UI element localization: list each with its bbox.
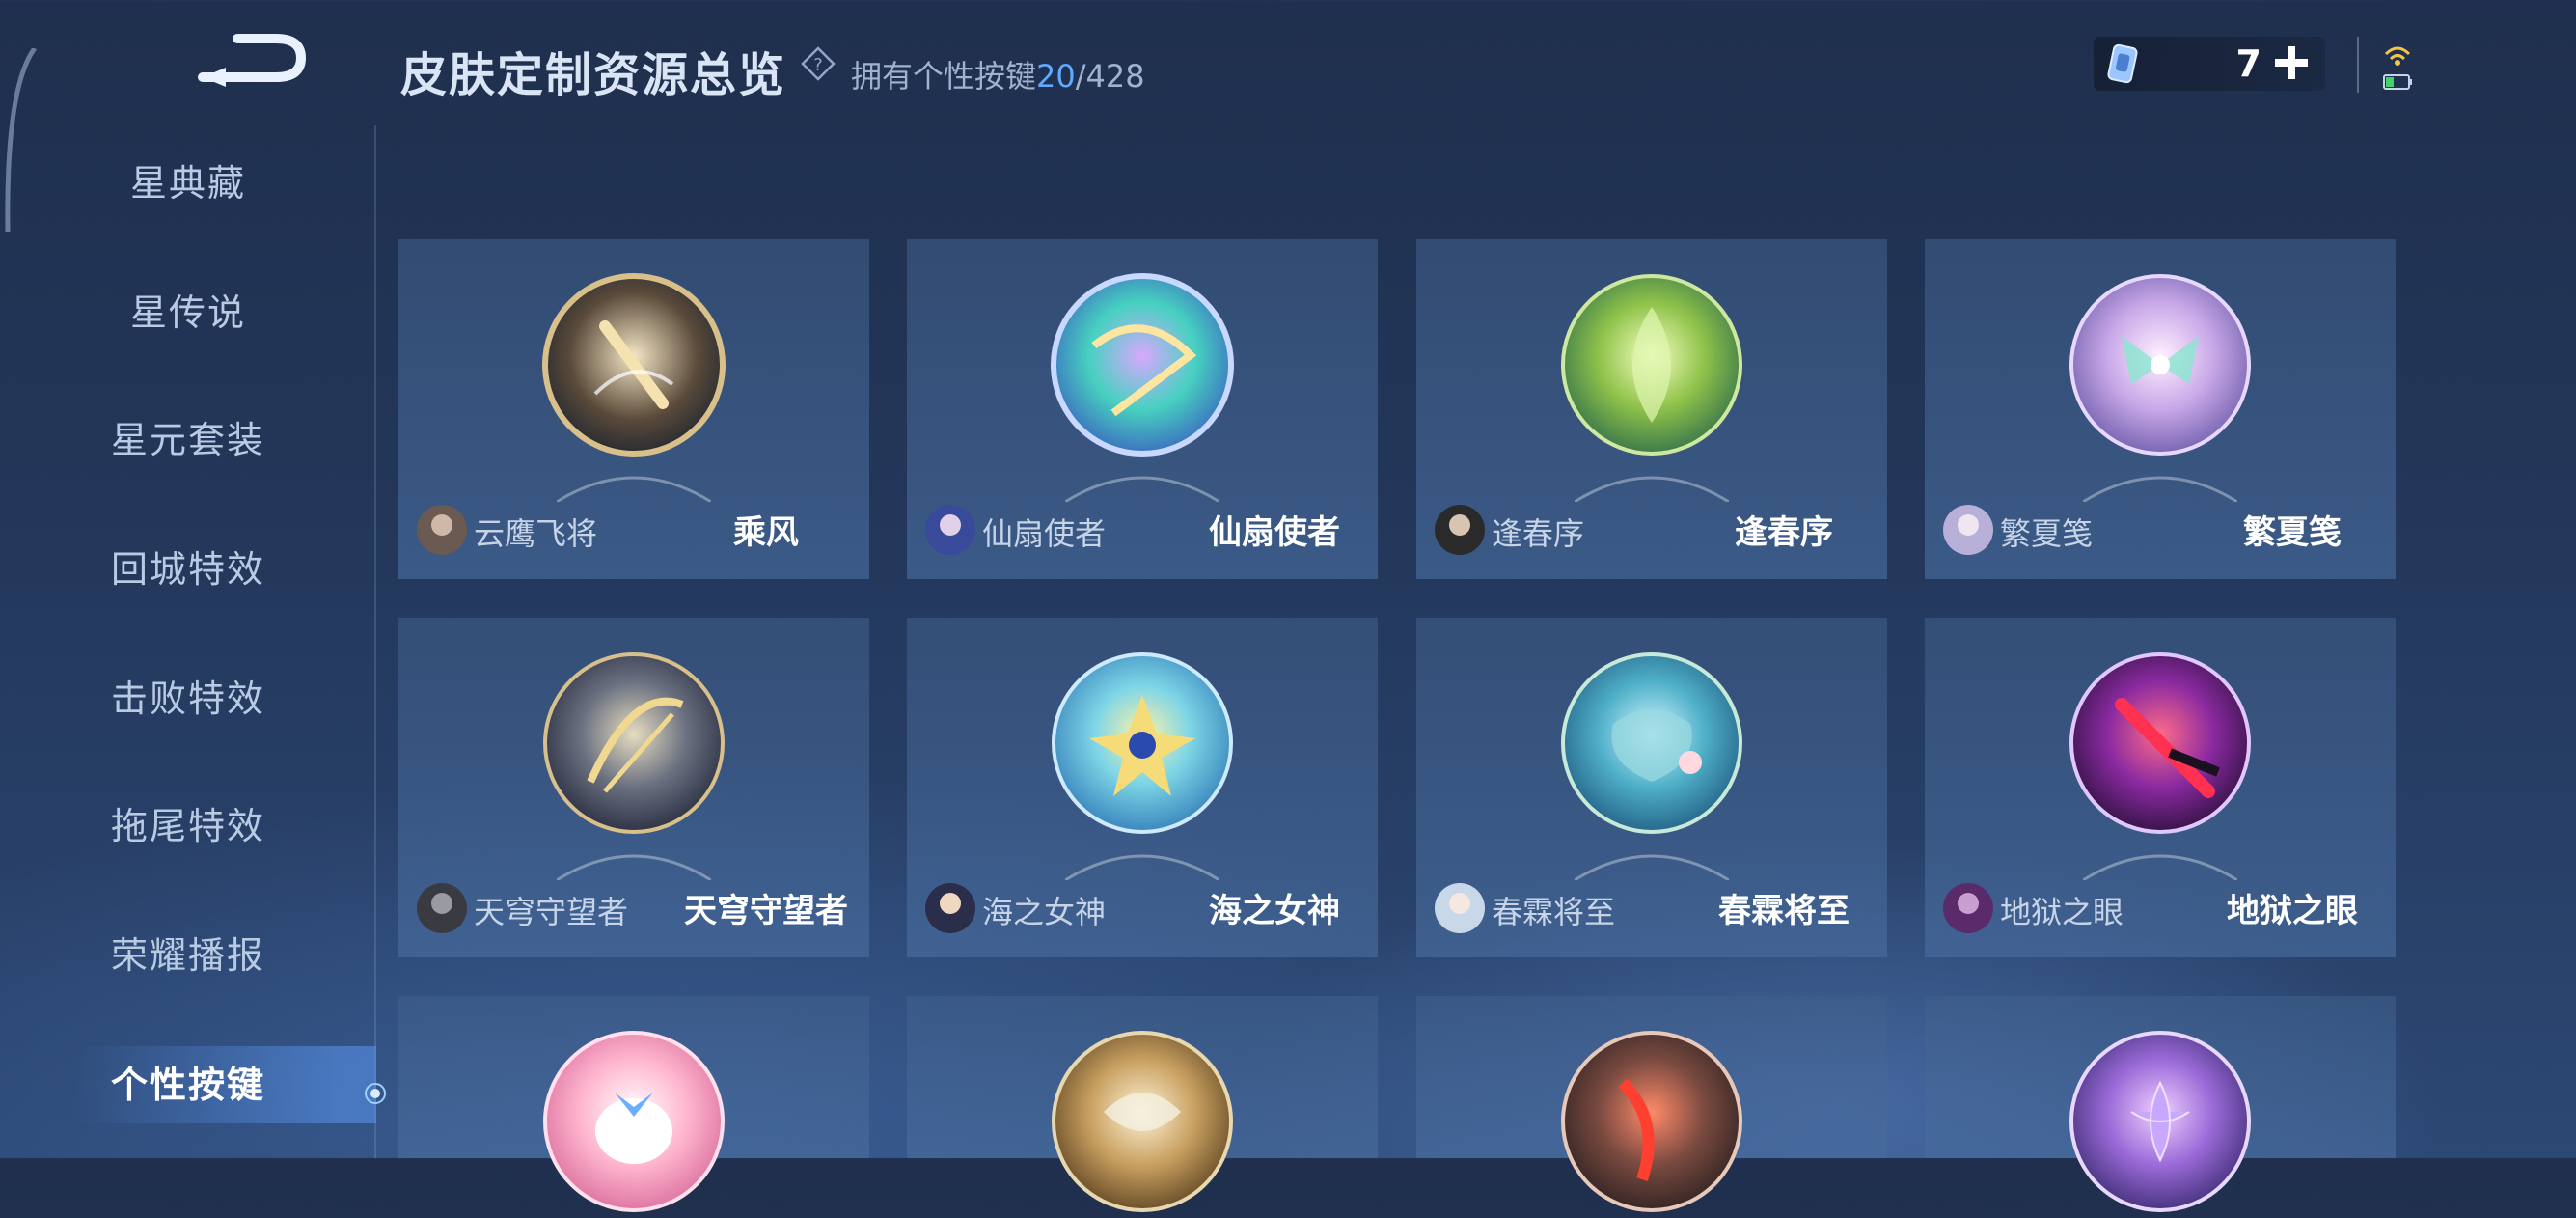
sidebar-item-glory-broadcast[interactable]: 荣耀播报: [0, 917, 376, 994]
skin-orb-icon: [2069, 274, 2251, 456]
orb-reflection: [2083, 854, 2237, 880]
hero-avatar: [925, 883, 975, 933]
svg-text:?: ?: [813, 55, 823, 75]
sidebar-item-recall-effect[interactable]: 回城特效: [0, 531, 376, 608]
orb-reflection: [1065, 476, 1219, 502]
skin-orb-icon: [542, 273, 726, 457]
button-skin-card[interactable]: [398, 996, 869, 1212]
sidebar-item-custom-buttons[interactable]: 个性按键: [0, 1046, 376, 1123]
hero-avatar: [1435, 883, 1485, 933]
button-skin-card[interactable]: 海之女神 海之女神: [907, 618, 1378, 957]
hero-avatar: [1943, 883, 1993, 933]
skin-name: 繁夏笺: [2243, 513, 2342, 552]
skin-orb-icon: [1051, 273, 1234, 457]
button-skin-card[interactable]: 春霖将至 春霖将至: [1416, 618, 1887, 957]
hero-avatar: [1435, 505, 1485, 555]
skin-orb-icon: [543, 1031, 725, 1212]
hero-name: 地狱之眼: [2000, 894, 2124, 930]
hero-name: 海之女神: [982, 894, 1107, 930]
button-skin-card[interactable]: [1925, 996, 2396, 1212]
owned-counter: 拥有个性按键20/428: [851, 52, 1145, 97]
hero-avatar: [1943, 505, 1993, 555]
orb-reflection: [557, 854, 711, 880]
sidebar-item-star-collection[interactable]: 星典藏: [0, 145, 376, 222]
skin-name: 地狱之眼: [2227, 892, 2358, 930]
hero-name: 仙扇使者: [982, 515, 1107, 552]
sidebar-item-kill-effect[interactable]: 击败特效: [0, 660, 376, 737]
skin-name: 逢春序: [1735, 513, 1833, 552]
orb-reflection: [557, 476, 711, 502]
currency-count: 7: [2235, 42, 2261, 85]
hero-avatar: [925, 505, 975, 555]
skin-orb-icon: [1561, 1031, 1742, 1212]
back-arrow-icon[interactable]: [193, 29, 309, 91]
owned-total: /428: [1075, 58, 1145, 95]
button-skin-card[interactable]: [1416, 996, 1887, 1212]
ticket-icon: [2107, 43, 2138, 84]
sidebar-item-star-suit[interactable]: 星元套装: [0, 401, 376, 479]
add-currency-icon[interactable]: [2269, 41, 2314, 85]
skin-orb-icon: [1052, 652, 1233, 834]
hero-name: 逢春序: [1492, 515, 1585, 552]
hero-name: 天穹守望者: [474, 894, 629, 930]
orb-reflection: [2083, 476, 2237, 502]
currency-box: 7: [2094, 37, 2325, 91]
orb-reflection: [1575, 854, 1729, 880]
skin-orb-icon: [2069, 1031, 2251, 1212]
skin-orb-icon: [543, 652, 725, 834]
orb-reflection: [1065, 854, 1219, 880]
hero-name: 繁夏笺: [2000, 515, 2094, 552]
status-divider: [2357, 37, 2359, 93]
hero-name: 春霖将至: [1492, 894, 1616, 930]
active-indicator-icon: [365, 1083, 386, 1104]
skin-name: 乘风: [733, 513, 799, 552]
hero-name: 云鹰飞将: [474, 515, 598, 552]
page-title: 皮肤定制资源总览: [400, 48, 787, 102]
sidebar: 星典藏 星传说 星元套装 回城特效 击败特效 拖尾特效 荣耀播报 个性按键: [0, 145, 376, 1158]
skin-name: 春霖将至: [1718, 892, 1850, 930]
button-skin-card[interactable]: [907, 996, 1378, 1212]
button-skin-card[interactable]: 逢春序 逢春序: [1416, 239, 1887, 579]
skin-name: 海之女神: [1209, 892, 1340, 930]
skin-orb-icon: [1052, 1031, 1233, 1212]
button-skin-card[interactable]: 地狱之眼 地狱之眼: [1925, 618, 2396, 957]
owned-label: 拥有个性按键: [851, 58, 1037, 95]
skin-orb-icon: [1561, 652, 1742, 834]
skin-name: 仙扇使者: [1209, 513, 1340, 552]
help-icon[interactable]: ?: [801, 46, 836, 81]
button-skin-card[interactable]: 天穹守望者 天穹守望者: [398, 618, 869, 957]
orb-reflection: [1575, 476, 1729, 502]
skin-orb-icon: [1561, 274, 1742, 456]
skin-orb-icon: [2069, 652, 2251, 834]
hero-avatar: [417, 883, 467, 933]
button-skin-card[interactable]: 繁夏笺 繁夏笺: [1925, 239, 2396, 579]
button-skin-card[interactable]: 云鹰飞将 乘风: [398, 239, 869, 579]
owned-count: 20: [1036, 58, 1076, 95]
sidebar-item-trail-effect[interactable]: 拖尾特效: [0, 788, 376, 865]
network-battery-icon: [2383, 46, 2412, 90]
hero-avatar: [417, 505, 467, 555]
skin-name: 天穹守望者: [684, 892, 848, 930]
button-skin-card[interactable]: 仙扇使者 仙扇使者: [907, 239, 1378, 579]
sidebar-item-star-legend[interactable]: 星传说: [0, 274, 376, 351]
